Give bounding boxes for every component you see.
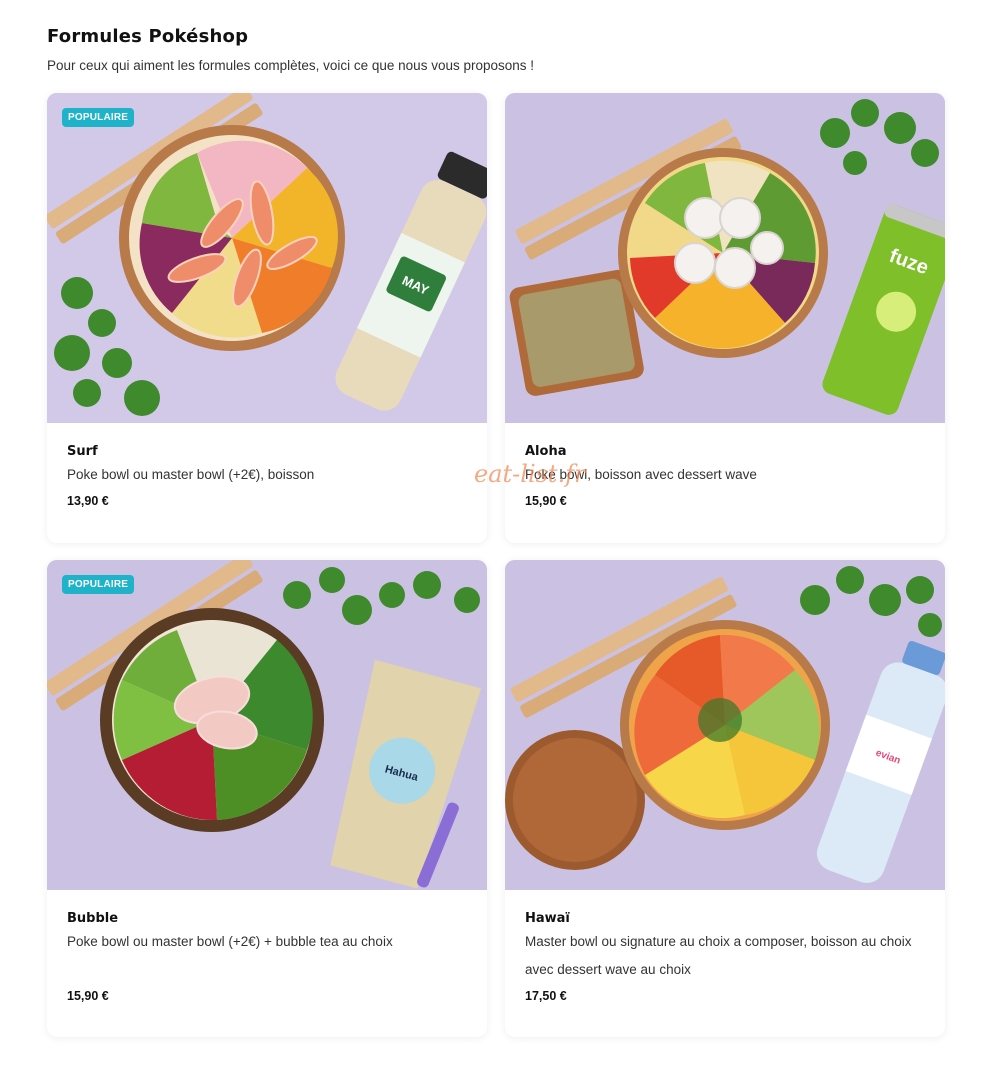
formula-card-hawai[interactable]: evian Hawaï Master bowl ou signature au … bbox=[505, 560, 945, 1037]
poke-bowl-with-cake-and-can-icon: fuze bbox=[505, 93, 945, 423]
formula-price: 15,90 € bbox=[525, 494, 567, 508]
popular-badge: POPULAIRE bbox=[62, 575, 135, 594]
formula-card-aloha[interactable]: fuze Aloha Poke bowl, boisson avec desse… bbox=[505, 93, 945, 543]
formula-name: Hawaï bbox=[525, 911, 570, 926]
page-title: Formules Pokéshop bbox=[47, 26, 249, 47]
page-subtitle: Pour ceux qui aiment les formules complè… bbox=[47, 58, 535, 73]
formula-price: 17,50 € bbox=[525, 989, 567, 1003]
formula-image-bubble: Hahua POPULAIRE bbox=[47, 560, 487, 890]
formula-image-hawai: evian bbox=[505, 560, 945, 890]
poke-bowl-with-bubble-tea-icon: Hahua bbox=[47, 560, 487, 890]
formula-image-surf: MAY POPULAIRE bbox=[47, 93, 487, 423]
formula-image-aloha: fuze bbox=[505, 93, 945, 423]
formula-name: Bubble bbox=[67, 911, 119, 926]
poke-bowl-with-tea-bottle-icon: MAY bbox=[47, 93, 487, 423]
formula-name: Aloha bbox=[525, 444, 567, 459]
formula-card-bubble[interactable]: Hahua POPULAIRE Bubble Poke bowl ou mast… bbox=[47, 560, 487, 1037]
formula-price: 15,90 € bbox=[67, 989, 109, 1003]
popular-badge: POPULAIRE bbox=[62, 108, 135, 127]
formula-card-surf[interactable]: MAY POPULAIRE Surf Poke bowl ou master b… bbox=[47, 93, 487, 543]
formula-description: Poke bowl ou master bowl (+2€), boisson bbox=[67, 467, 315, 482]
poke-bowl-with-cookie-and-water-icon: evian bbox=[505, 560, 945, 890]
formula-name: Surf bbox=[67, 444, 98, 459]
formula-description: Poke bowl ou master bowl (+2€) + bubble … bbox=[67, 934, 393, 949]
formula-price: 13,90 € bbox=[67, 494, 109, 508]
formula-description: Poke bowl, boisson avec dessert wave bbox=[525, 467, 757, 482]
formula-description: Master bowl ou signature au choix a comp… bbox=[525, 934, 912, 977]
